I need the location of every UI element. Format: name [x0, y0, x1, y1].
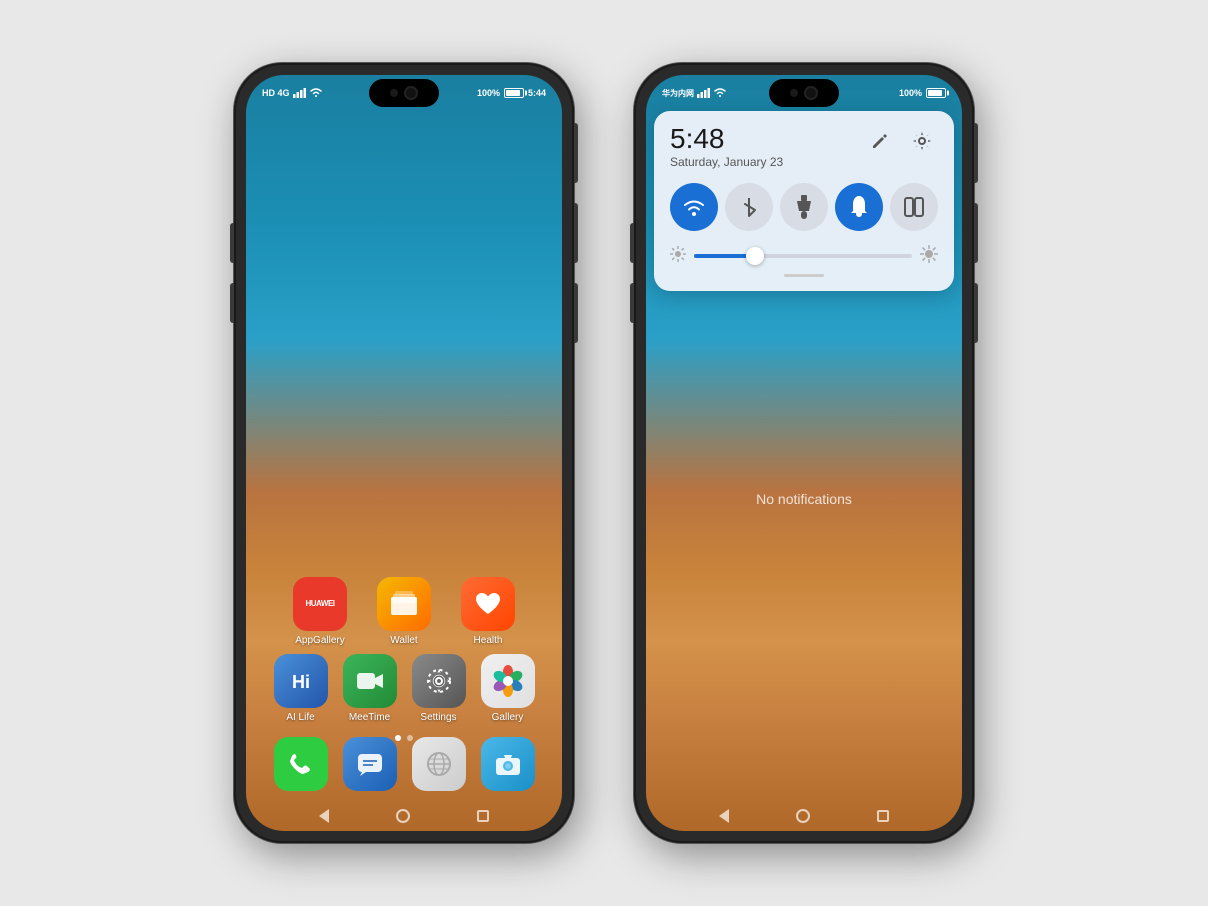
brightness-control — [670, 245, 938, 266]
appgallery-label: AppGallery — [295, 635, 344, 646]
phone2-frame: 华为内网 100% — [634, 63, 974, 843]
app-grid: HUAWEI AppGallery Wallet — [246, 577, 562, 731]
toggle-bell[interactable] — [835, 183, 883, 231]
panel-action-buttons — [864, 125, 938, 157]
dock-camera[interactable] — [481, 737, 535, 791]
phone2-screen: 华为内网 100% — [646, 75, 962, 831]
nav-back-button[interactable] — [319, 809, 329, 823]
phone1-frame: HD 4G 100% — [234, 63, 574, 843]
wallet-icon — [377, 577, 431, 631]
ailife-icon: Hi — [274, 654, 328, 708]
main-camera-2 — [804, 86, 818, 100]
settings-label: Settings — [420, 712, 456, 723]
phone1-notch — [369, 79, 439, 107]
brightness-slider[interactable] — [694, 254, 912, 258]
app-row-1: HUAWEI AppGallery Wallet — [266, 577, 542, 646]
dock-browser[interactable] — [412, 737, 466, 791]
nav-recents-button-2[interactable] — [877, 810, 889, 822]
health-icon — [461, 577, 515, 631]
app-gallery[interactable]: Gallery — [476, 654, 540, 723]
gallery-icon — [481, 654, 535, 708]
brightness-high-icon — [920, 245, 938, 266]
panel-header: 5:48 Saturday, January 23 — [670, 125, 938, 169]
nav-bar-2 — [646, 809, 962, 823]
dock-messages[interactable] — [343, 737, 397, 791]
toggle-flashlight[interactable] — [780, 183, 828, 231]
no-notifications: No notifications — [646, 491, 962, 507]
nav-home-button[interactable] — [396, 809, 410, 823]
app-ailife[interactable]: Hi AI Life — [269, 654, 333, 723]
phone1-status-right: 100% 5:44 — [477, 88, 546, 98]
panel-edit-button[interactable] — [864, 125, 896, 157]
app-settings[interactable]: Settings — [407, 654, 471, 723]
toggle-wifi[interactable] — [670, 183, 718, 231]
panel-time: 5:48 — [670, 125, 783, 153]
phone1-status-left: HD 4G — [262, 88, 322, 98]
appgallery-icon: HUAWEI — [293, 577, 347, 631]
panel-date: Saturday, January 23 — [670, 155, 783, 169]
camera-sensor — [390, 89, 398, 97]
brightness-low-icon — [670, 246, 686, 265]
meetime-label: MeeTime — [349, 712, 390, 723]
brightness-thumb — [746, 247, 764, 265]
nav-home-button-2[interactable] — [796, 809, 810, 823]
phone2-status-right: 100% — [899, 88, 946, 98]
settings-icon — [412, 654, 466, 708]
app-wallet[interactable]: Wallet — [372, 577, 436, 646]
panel-divider — [784, 274, 824, 277]
phone2-status-bar: 华为内网 100% — [646, 75, 962, 111]
app-appgallery[interactable]: HUAWEI AppGallery — [288, 577, 352, 646]
nav-bar-1 — [246, 809, 562, 823]
phone1-status-bar: HD 4G 100% — [246, 75, 562, 111]
phone2-status-left: 华为内网 — [662, 88, 726, 99]
battery-indicator — [504, 88, 524, 98]
panel-time-date: 5:48 Saturday, January 23 — [670, 125, 783, 169]
quick-toggles — [670, 183, 938, 231]
dock-phone-icon — [274, 737, 328, 791]
app-row-2: Hi AI Life MeeTime — [266, 654, 542, 723]
nav-back-button-2[interactable] — [719, 809, 729, 823]
app-meetime[interactable]: MeeTime — [338, 654, 402, 723]
meetime-icon — [343, 654, 397, 708]
app-health[interactable]: Health — [456, 577, 520, 646]
panel-settings-button[interactable] — [906, 125, 938, 157]
dock-camera-icon — [481, 737, 535, 791]
health-label: Health — [474, 635, 503, 646]
ailife-label: AI Life — [286, 712, 314, 723]
svg-text:Hi: Hi — [292, 672, 310, 692]
phone1-screen: HD 4G 100% — [246, 75, 562, 831]
camera-sensor-2 — [790, 89, 798, 97]
wallet-label: Wallet — [390, 635, 417, 646]
dock — [246, 737, 562, 791]
notification-panel: 5:48 Saturday, January 23 — [654, 111, 954, 291]
dock-phone[interactable] — [274, 737, 328, 791]
dock-messages-icon — [343, 737, 397, 791]
nav-recents-button[interactable] — [477, 810, 489, 822]
battery-indicator-2 — [926, 88, 946, 98]
dock-browser-icon — [412, 737, 466, 791]
phone2-notch — [769, 79, 839, 107]
toggle-bluetooth[interactable] — [725, 183, 773, 231]
main-camera — [404, 86, 418, 100]
toggle-split[interactable] — [890, 183, 938, 231]
gallery-label: Gallery — [492, 712, 524, 723]
